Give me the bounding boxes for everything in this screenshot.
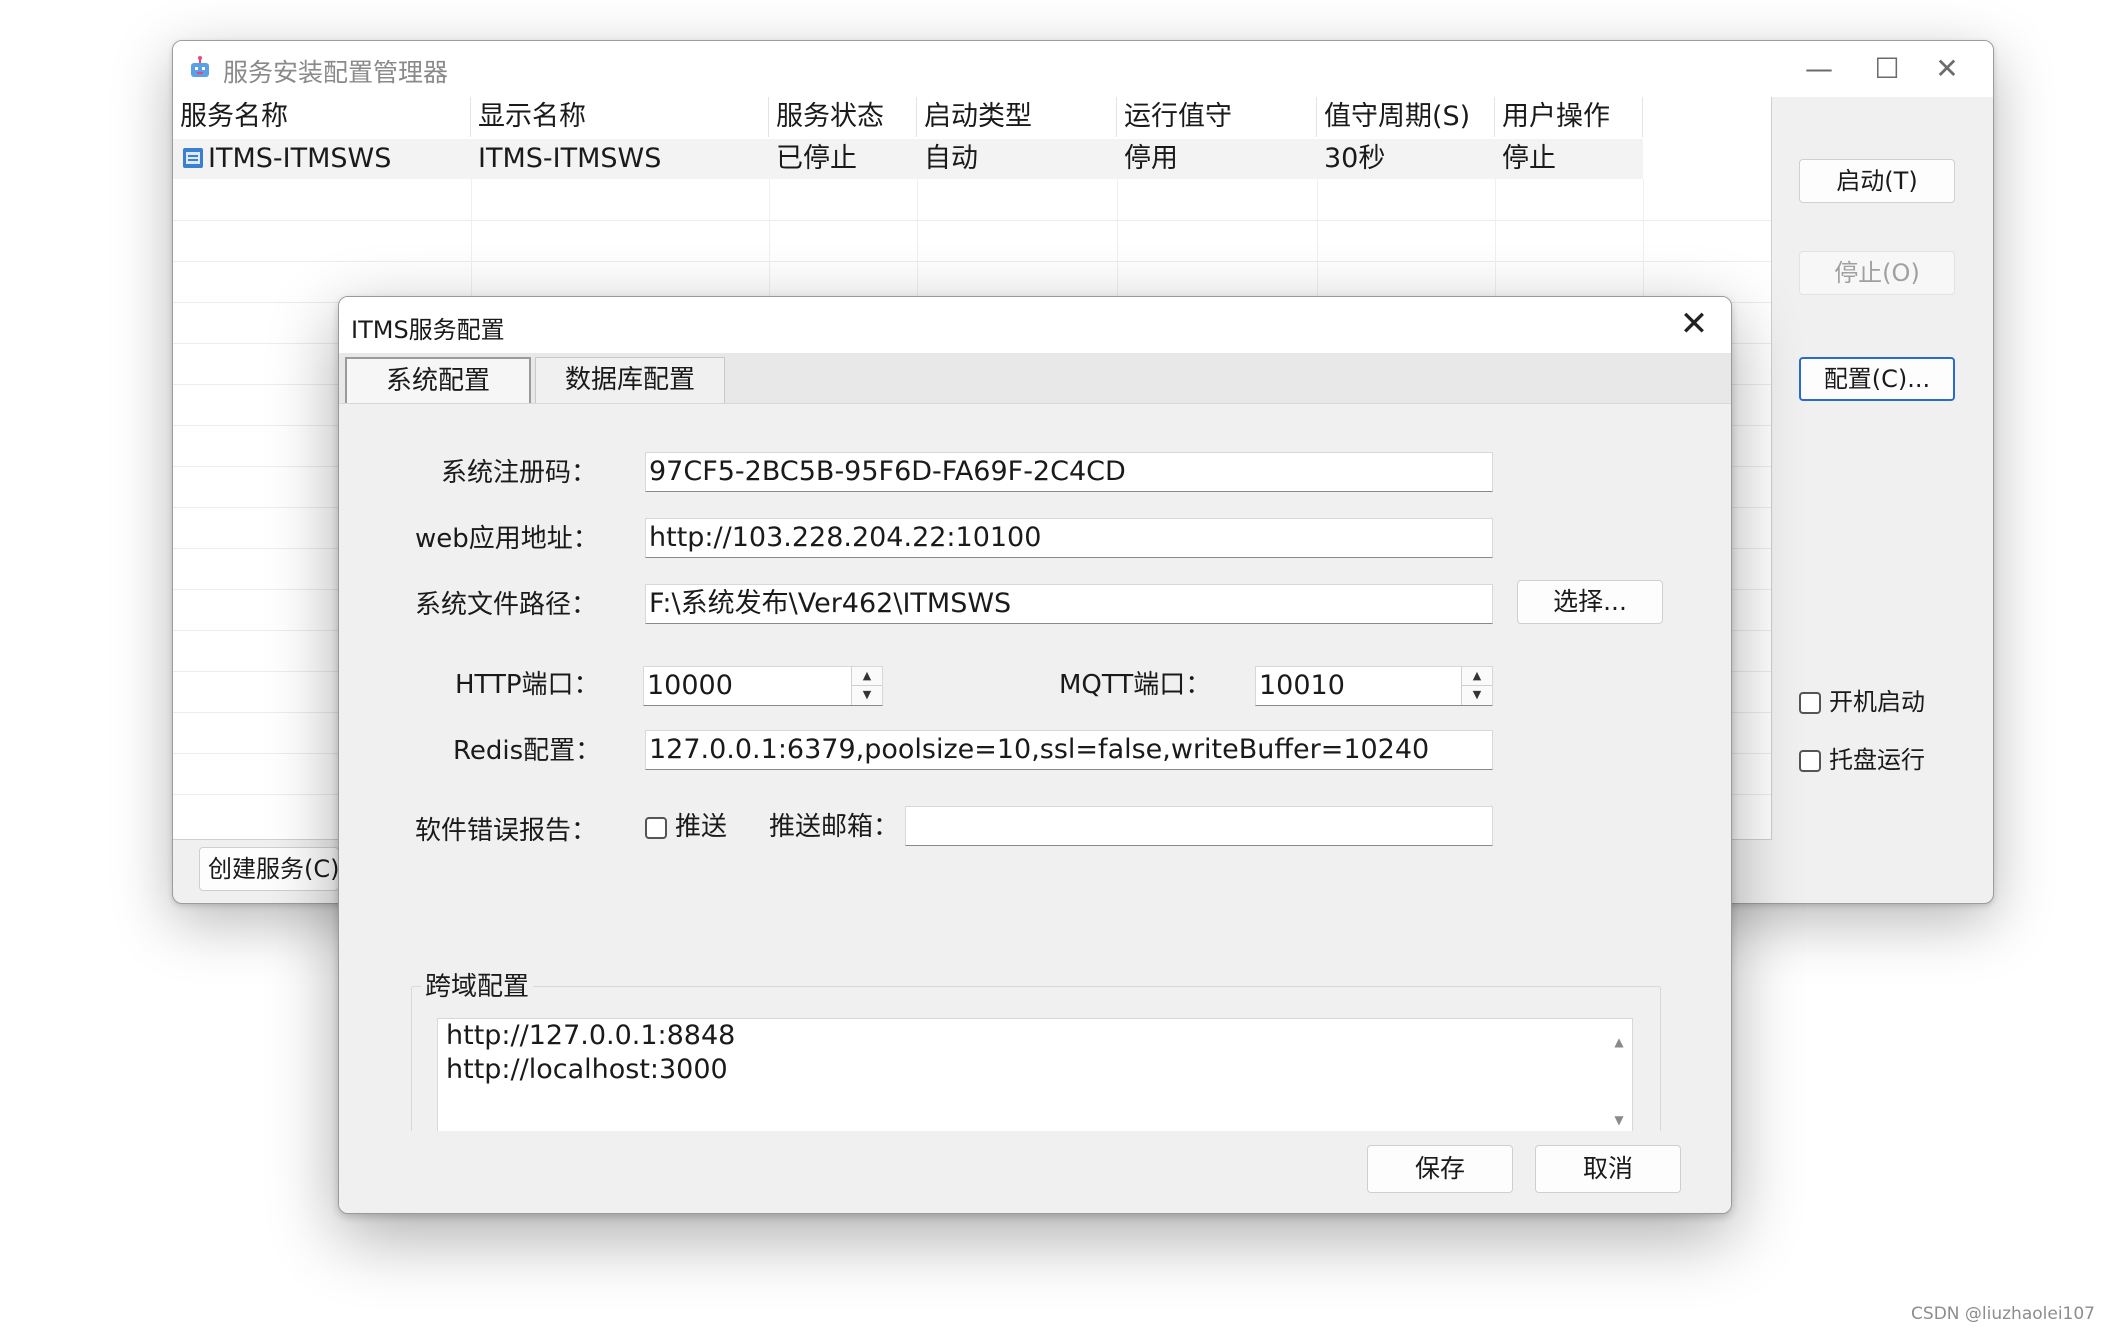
table-cell: 停用 <box>1117 139 1317 179</box>
checkbox-box[interactable] <box>1799 692 1821 714</box>
tray-run-label: 托盘运行 <box>1829 746 1925 774</box>
configure-button[interactable]: 配置(C)... <box>1799 357 1955 401</box>
mqtt-port-stepper[interactable]: 10010 ▲ ▼ <box>1255 666 1493 706</box>
service-name-text: ITMS-ITMSWS <box>208 143 392 174</box>
mqtt-port-label: MQTT端口： <box>1059 670 1212 700</box>
column-header[interactable]: 服务名称 <box>173 97 471 137</box>
http-port-label: HTTP端口： <box>455 670 600 700</box>
dialog-footer: 保存 取消 <box>339 1131 1731 1213</box>
grid-line <box>173 220 1771 221</box>
close-button[interactable]: ✕ <box>1917 49 1977 89</box>
push-email-label: 推送邮箱： <box>769 812 900 842</box>
column-header[interactable]: 启动类型 <box>917 97 1117 137</box>
browse-button[interactable]: 选择... <box>1517 580 1663 624</box>
table-cell: 30秒 <box>1317 139 1495 179</box>
spin-up-icon[interactable]: ▲ <box>1462 667 1492 686</box>
file-path-field[interactable]: F:\系统发布\Ver462\ITMSWS <box>645 584 1493 624</box>
maximize-button[interactable]: ☐ <box>1857 49 1917 89</box>
table-cell: ITMS-ITMSWS <box>471 139 769 179</box>
minimize-button[interactable]: — <box>1789 49 1849 89</box>
create-service-button[interactable]: 创建服务(C) <box>199 847 339 891</box>
push-checkbox[interactable]: 推送 <box>645 810 727 844</box>
mqtt-port-value: 10010 <box>1259 670 1345 701</box>
cors-scrollbar[interactable]: ▲ ▼ <box>1606 1019 1632 1143</box>
service-icon <box>183 148 203 168</box>
cors-line: http://localhost:3000 <box>446 1054 728 1085</box>
tab-database-config[interactable]: 数据库配置 <box>535 357 725 403</box>
reg-code-label: 系统注册码： <box>441 458 598 488</box>
column-header[interactable]: 用户操作 <box>1495 97 1643 137</box>
mqtt-port-spin[interactable]: ▲ ▼ <box>1461 667 1492 705</box>
table-cell: 停止 <box>1495 139 1643 179</box>
file-path-label: 系统文件路径： <box>415 590 598 620</box>
http-port-value: 10000 <box>647 670 733 701</box>
error-report-label: 软件错误报告： <box>415 816 598 846</box>
system-config-panel: 系统注册码： 97CF5-2BC5B-95F6D-FA69F-2C4CD web… <box>339 403 1731 1166</box>
http-port-spin[interactable]: ▲ ▼ <box>851 667 882 705</box>
column-header[interactable]: 值守周期(S) <box>1317 97 1495 137</box>
table-cell-service-name: ITMS-ITMSWS <box>173 139 471 179</box>
reg-code-field[interactable]: 97CF5-2BC5B-95F6D-FA69F-2C4CD <box>645 452 1493 492</box>
main-titlebar[interactable]: 服务安装配置管理器 — ☐ ✕ <box>173 41 1993 97</box>
push-email-field[interactable] <box>905 806 1493 846</box>
push-label: 推送 <box>675 812 728 842</box>
scroll-up-icon[interactable]: ▲ <box>1606 1025 1632 1059</box>
cancel-button[interactable]: 取消 <box>1535 1145 1681 1193</box>
spin-up-icon[interactable]: ▲ <box>852 667 882 686</box>
itms-config-dialog: ITMS服务配置 ✕ 系统配置 数据库配置 系统注册码： 97CF5-2BC5B… <box>338 296 1732 1214</box>
table-row[interactable]: ITMS-ITMSWS ITMS-ITMSWS 已停止 自动 停用 30秒 停止 <box>173 139 1643 179</box>
cors-group-title: 跨域配置 <box>421 970 534 1004</box>
web-address-field[interactable]: http://103.228.204.22:10100 <box>645 518 1493 558</box>
table-cell: 自动 <box>917 139 1117 179</box>
app-robot-icon <box>191 56 209 77</box>
column-header[interactable]: 显示名称 <box>471 97 769 137</box>
dialog-close-icon[interactable]: ✕ <box>1669 301 1719 347</box>
save-button[interactable]: 保存 <box>1367 1145 1513 1193</box>
table-cell: 已停止 <box>769 139 917 179</box>
auto-start-label: 开机启动 <box>1829 688 1925 716</box>
spin-down-icon[interactable]: ▼ <box>1462 686 1492 705</box>
watermark: CSDN @liuzhaolei107 <box>1911 1304 2095 1324</box>
http-port-stepper[interactable]: 10000 ▲ ▼ <box>643 666 883 706</box>
stop-button[interactable]: 停止(O) <box>1799 251 1955 295</box>
push-checkbox-box[interactable] <box>645 817 667 839</box>
grid-line <box>173 261 1771 262</box>
spin-down-icon[interactable]: ▼ <box>852 686 882 705</box>
redis-label: Redis配置： <box>453 736 602 766</box>
app-title: 服务安装配置管理器 <box>223 58 449 87</box>
auto-start-checkbox[interactable]: 开机启动 <box>1799 687 1925 717</box>
dialog-titlebar[interactable]: ITMS服务配置 ✕ <box>339 297 1731 353</box>
column-header[interactable]: 运行值守 <box>1117 97 1317 137</box>
checkbox-box[interactable] <box>1799 750 1821 772</box>
tray-run-checkbox[interactable]: 托盘运行 <box>1799 745 1925 775</box>
tab-strip: 系统配置 数据库配置 <box>339 353 1731 403</box>
list-header: 服务名称 显示名称 服务状态 启动类型 运行值守 值守周期(S) 用户操作 <box>173 97 1643 137</box>
dialog-title: ITMS服务配置 <box>351 316 505 344</box>
tab-system-config[interactable]: 系统配置 <box>345 357 531 403</box>
redis-field[interactable]: 127.0.0.1:6379,poolsize=10,ssl=false,wri… <box>645 730 1493 770</box>
column-header[interactable]: 服务状态 <box>769 97 917 137</box>
start-button[interactable]: 启动(T) <box>1799 159 1955 203</box>
cors-textarea[interactable]: http://127.0.0.1:8848 http://localhost:3… <box>437 1018 1633 1144</box>
web-address-label: web应用地址： <box>415 524 599 554</box>
cors-line: http://127.0.0.1:8848 <box>446 1020 736 1051</box>
